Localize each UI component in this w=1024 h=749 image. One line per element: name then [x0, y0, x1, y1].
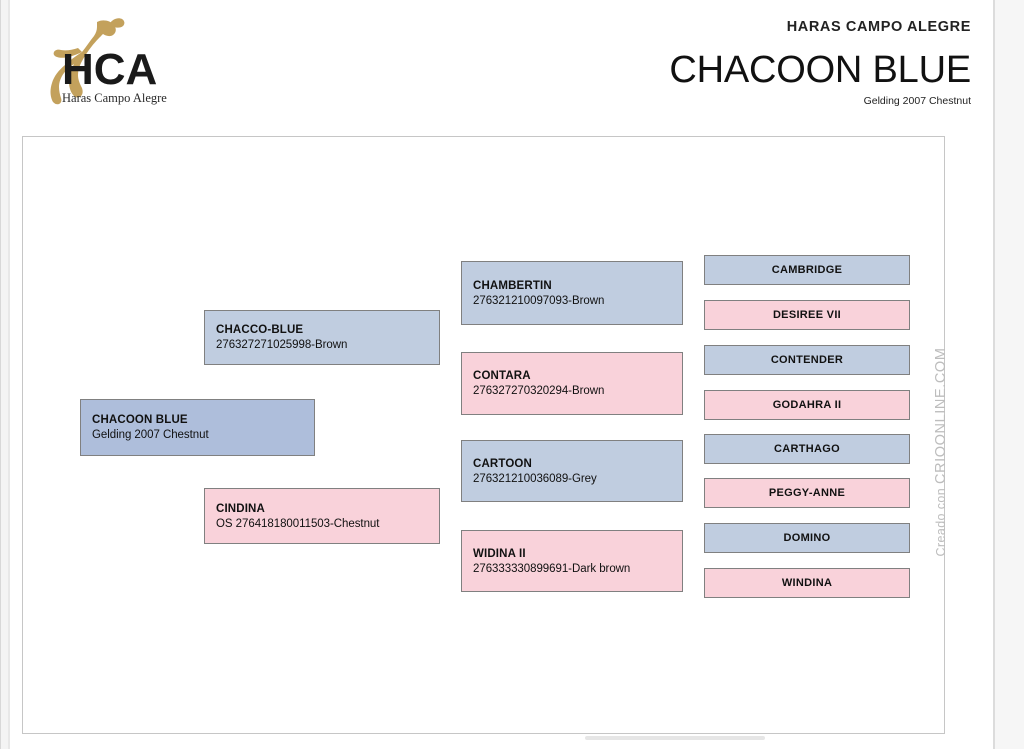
page-left-border	[8, 0, 10, 749]
logo-subtext: Haras Campo Alegre	[62, 91, 167, 105]
pedigree-name: CHACCO-BLUE	[216, 324, 304, 336]
pedigree-name: PEGGY-ANNE	[768, 487, 846, 499]
pedigree-box-gen4-1[interactable]: CAMBRIDGE	[704, 255, 910, 285]
pedigree-name: WINDINA	[781, 577, 833, 589]
pedigree-box-gen4-2[interactable]: DESIREE VII	[704, 300, 910, 330]
pedigree-name: CONTARA	[473, 370, 531, 382]
logo-hca-text: HCA	[62, 45, 157, 94]
brand-name: HARAS CAMPO ALEGRE	[786, 19, 971, 35]
pedigree-name: CARTOON	[473, 457, 532, 470]
horizontal-scrollbar-thumb[interactable]	[585, 736, 765, 740]
pedigree-name: CONTENDER	[770, 354, 844, 366]
pedigree-box-sire[interactable]: CHACCO-BLUE 276327271025998-Brown	[204, 310, 440, 365]
pedigree-name: DESIREE VII	[772, 309, 842, 321]
watermark: Creado con CRIOONLINE.COM	[933, 348, 949, 557]
pedigree-name: DOMINO	[783, 532, 831, 544]
pedigree-box-gen4-7[interactable]: DOMINO	[704, 523, 910, 553]
pedigree-box-gen4-3[interactable]: CONTENDER	[704, 345, 910, 375]
pedigree-box-gen3-2[interactable]: CONTARA 276327270320294-Brown	[461, 352, 683, 415]
pedigree-name: CINDINA	[216, 502, 265, 515]
pedigree-box-dam[interactable]: CINDINA OS 276418180011503-Chestnut	[204, 488, 440, 544]
pedigree-name: CARTHAGO	[774, 443, 840, 455]
pedigree-details: 276333330899691-Dark brown	[473, 562, 631, 575]
pedigree-box-gen3-3[interactable]: CARTOON 276321210036089-Grey	[461, 440, 683, 502]
pedigree-page: HCA Haras Campo Alegre HARAS CAMPO ALEGR…	[0, 0, 1024, 749]
haras-campo-alegre-logo: HCA Haras Campo Alegre	[24, 10, 194, 115]
pedigree-name: WIDINA II	[473, 547, 526, 560]
pedigree-details: 276327270320294-Brown	[473, 385, 605, 397]
pedigree-details: OS 276418180011503-Chestnut	[216, 517, 380, 530]
pedigree-box-gen4-5[interactable]: CARTHAGO	[704, 434, 910, 464]
pedigree-box-subject[interactable]: CHACOON BLUE Gelding 2007 Chestnut	[80, 399, 315, 456]
pedigree-details: 276321210036089-Grey	[473, 472, 597, 485]
pedigree-name: GODAHRA II	[772, 399, 842, 411]
page-right-shade	[995, 0, 1024, 749]
watermark-site: CRIOONLINE.COM	[933, 347, 949, 485]
pedigree-details: 276327271025998-Brown	[216, 339, 348, 351]
pedigree-box-gen3-1[interactable]: CHAMBERTIN 276321210097093-Brown	[461, 261, 683, 325]
pedigree-name: CHAMBERTIN	[473, 279, 552, 292]
pedigree-name: CAMBRIDGE	[771, 264, 843, 276]
page-title: CHACOON BLUE	[669, 49, 971, 91]
pedigree-name: CHACOON BLUE	[92, 414, 188, 426]
pedigree-box-gen4-8[interactable]: WINDINA	[704, 568, 910, 598]
pedigree-box-gen4-4[interactable]: GODAHRA II	[704, 390, 910, 420]
pedigree-details: 276321210097093-Brown	[473, 294, 605, 307]
pedigree-box-gen3-4[interactable]: WIDINA II 276333330899691-Dark brown	[461, 530, 683, 592]
page-left-shade	[1, 0, 8, 749]
pedigree-box-gen4-6[interactable]: PEGGY-ANNE	[704, 478, 910, 508]
page-left-edge	[0, 0, 1, 749]
watermark-prefix: Creado con	[934, 487, 948, 557]
pedigree-details: Gelding 2007 Chestnut	[92, 429, 209, 441]
page-subtitle: Gelding 2007 Chestnut	[863, 95, 971, 107]
